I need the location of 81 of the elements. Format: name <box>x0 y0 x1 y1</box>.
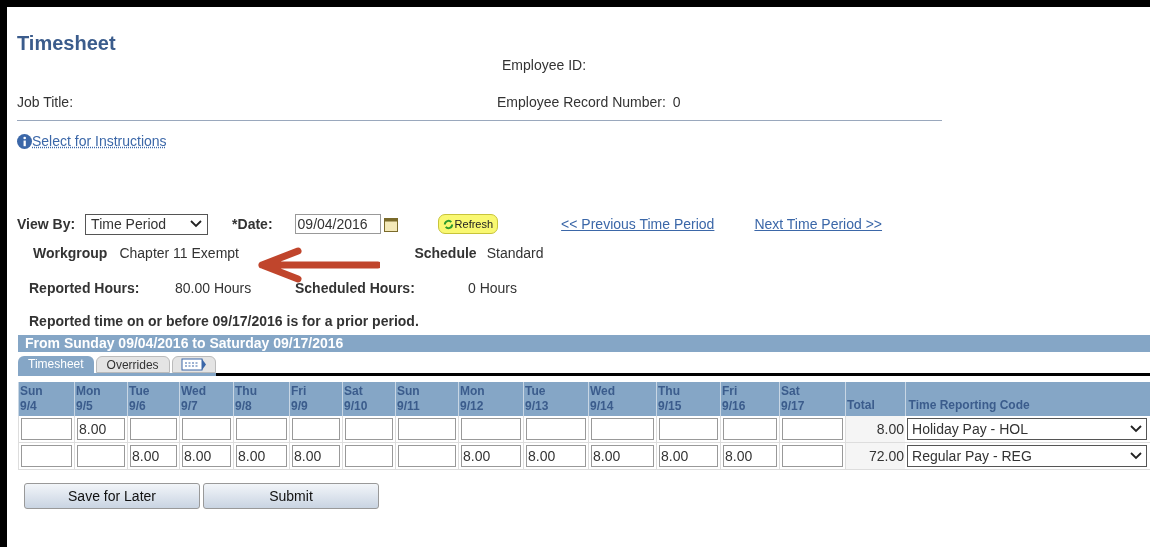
hours-field[interactable] <box>723 418 777 440</box>
field-value: 0 <box>672 93 681 112</box>
hours-field[interactable] <box>21 418 72 440</box>
view-by-dropdown[interactable]: Time Period <box>85 213 209 235</box>
caret-icon <box>1130 452 1142 460</box>
next-period-link[interactable]: Next Time Period >> <box>754 213 883 235</box>
column-header: Total <box>845 382 905 416</box>
hours-field[interactable]: 8.00 <box>461 445 521 467</box>
hours-field[interactable] <box>398 445 456 467</box>
column-header: Tue 9/6 <box>127 382 180 416</box>
column-header: Time Reporting Code <box>905 382 1150 416</box>
hours-field[interactable] <box>130 418 177 440</box>
caret-icon <box>1130 425 1142 433</box>
hours-field[interactable] <box>345 445 393 467</box>
hours-field[interactable] <box>591 418 654 440</box>
hours-field[interactable] <box>292 418 340 440</box>
hours-field[interactable]: 8.00 <box>130 445 177 467</box>
caret-icon <box>190 220 203 228</box>
hours-field[interactable] <box>182 418 231 440</box>
calendar-icon[interactable] <box>383 216 398 232</box>
column-header: Mon 9/12 <box>458 382 524 416</box>
info-icon <box>17 134 32 149</box>
hours-field[interactable] <box>526 418 586 440</box>
hours-field[interactable] <box>461 418 521 440</box>
hours-field[interactable]: 8.00 <box>526 445 586 467</box>
field-label: Employee ID: <box>502 56 587 75</box>
column-header: Thu 9/8 <box>233 382 290 416</box>
field-value: 0 Hours <box>468 279 518 298</box>
field-label: *Date: <box>232 214 273 234</box>
total-cell: 8.00 <box>845 416 905 443</box>
previous-period-link[interactable]: << Previous Time Period <box>561 213 715 235</box>
hours-field[interactable] <box>236 418 287 440</box>
time-reporting-code-dropdown[interactable]: Holiday Pay - HOL <box>907 418 1147 440</box>
show-all-columns-tab[interactable] <box>171 356 216 373</box>
page-title: Timesheet <box>17 31 117 55</box>
column-header: Sat 9/10 <box>342 382 396 416</box>
period-banner: From Sunday 09/04/2016 to Saturday 09/17/2016 <box>18 335 1150 352</box>
column-header: Tue 9/13 <box>523 382 589 416</box>
hours-field[interactable] <box>659 418 718 440</box>
time-reporting-code-dropdown[interactable]: Regular Pay - REG <box>907 445 1147 467</box>
hours-field[interactable]: 8.00 <box>292 445 340 467</box>
field-label: Employee Record Number: <box>497 93 666 112</box>
hours-field[interactable]: 8.00 <box>591 445 654 467</box>
column-header: Wed 9/7 <box>179 382 234 416</box>
column-header: Sun 9/11 <box>395 382 459 416</box>
grid-icon <box>180 358 207 371</box>
notice-text: Reported time on or before 09/17/2016 is for a prior period. <box>28 312 420 331</box>
hours-field[interactable]: 8.00 <box>659 445 718 467</box>
hours-field[interactable] <box>345 418 393 440</box>
column-header: Wed 9/14 <box>588 382 657 416</box>
field-label: View By: <box>17 214 76 234</box>
column-header: Mon 9/5 <box>74 382 128 416</box>
column-header: Fri 9/9 <box>289 382 343 416</box>
hours-field[interactable]: 8.00 <box>77 418 125 440</box>
field-value: 80.00 Hours <box>175 279 253 298</box>
column-header: Sun 9/4 <box>18 382 75 416</box>
action-button[interactable]: Submit <box>203 483 379 509</box>
hours-field[interactable]: 8.00 <box>182 445 231 467</box>
hours-field[interactable] <box>77 445 125 467</box>
column-header: Sat 9/17 <box>779 382 846 416</box>
field-label: Job Title: <box>17 93 75 112</box>
field-label: Reported Hours: <box>29 279 141 298</box>
refresh-button[interactable]: Refresh <box>437 214 499 234</box>
hours-field[interactable] <box>782 418 843 440</box>
hours-field[interactable] <box>21 445 72 467</box>
date-field[interactable]: 09/04/2016 <box>294 214 381 234</box>
field-value: Chapter 11 Exempt <box>119 244 240 263</box>
hours-field[interactable] <box>782 445 843 467</box>
field-label: Scheduled Hours: <box>295 279 416 298</box>
hours-field[interactable]: 8.00 <box>723 445 777 467</box>
instructions-link[interactable]: Select for Instructions <box>32 131 167 152</box>
hours-field[interactable]: 8.00 <box>236 445 287 467</box>
hours-field[interactable] <box>398 418 456 440</box>
field-value: Standard <box>486 244 544 263</box>
refresh-icon <box>442 218 454 230</box>
action-button[interactable]: Save for Later <box>24 483 200 509</box>
column-header: Thu 9/15 <box>656 382 721 416</box>
column-header: Fri 9/16 <box>720 382 780 416</box>
field-label: Schedule <box>414 244 477 263</box>
tab[interactable]: Overrides <box>95 356 170 373</box>
field-label: Workgroup <box>33 244 108 263</box>
